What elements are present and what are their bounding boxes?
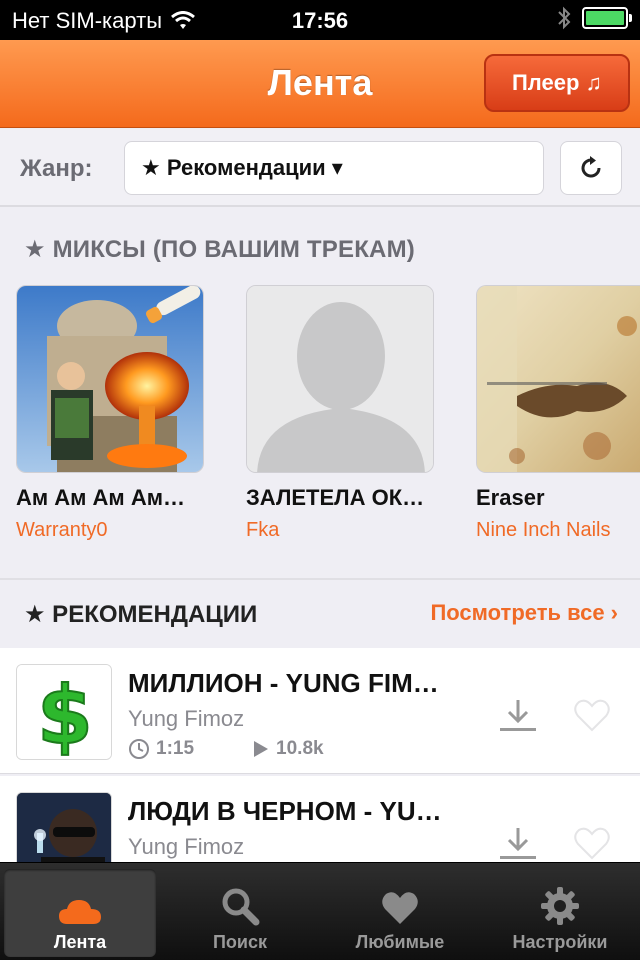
mix-artist-link[interactable]: Fka xyxy=(246,519,436,542)
mix-artwork-image xyxy=(17,286,203,472)
mixes-section: ★ МИКСЫ (ПО ВАШИМ ТРЕКАМ) Ам Ам Ам Ам… W… xyxy=(0,209,640,576)
mix-artwork-image xyxy=(477,286,640,472)
refresh-button[interactable] xyxy=(560,141,622,195)
track-meta: 1:15 10.8k xyxy=(128,738,324,760)
clock: 17:56 xyxy=(291,8,349,33)
track-title: МИЛЛИОН - YUNG FIM… xyxy=(128,668,439,698)
mix-card[interactable]: ЗАЛЕТЕЛА ОК… Fka xyxy=(246,285,436,542)
player-button-label: Плеер ♫ xyxy=(511,70,603,95)
heart-icon xyxy=(382,892,418,924)
track-plays: 10.8k xyxy=(276,738,324,759)
genre-dropdown[interactable]: ★ Рекомендации ▾ xyxy=(124,141,544,195)
mix-title: ЗАЛЕТЕЛА ОК… xyxy=(246,485,425,510)
gear-icon xyxy=(541,887,579,925)
mix-card[interactable]: Eraser Nine Inch Nails xyxy=(476,285,640,542)
tab-bar: Лента Поиск Любимые Настройки xyxy=(0,862,640,960)
tab-settings[interactable]: Настройки xyxy=(484,869,636,957)
mix-title: Eraser xyxy=(476,485,545,510)
mix-artist-link[interactable]: Warranty0 xyxy=(16,519,206,542)
tab-label: Поиск xyxy=(212,932,268,952)
download-icon[interactable] xyxy=(496,694,540,738)
tab-feed[interactable]: Лента xyxy=(4,869,156,957)
mix-artwork[interactable] xyxy=(16,285,204,473)
track-artist: Yung Fimoz xyxy=(128,706,245,731)
cloud-icon xyxy=(59,900,101,924)
download-icon[interactable] xyxy=(496,822,540,866)
track-title: ЛЮДИ В ЧЕРНОМ - YU… xyxy=(128,796,442,826)
genre-bar: Жанр: ★ Рекомендации ▾ xyxy=(0,129,640,207)
see-all-link[interactable]: Посмотреть все › xyxy=(430,600,618,626)
genre-label: Жанр: xyxy=(20,155,93,182)
mix-artist-link[interactable]: Nine Inch Nails xyxy=(476,519,640,542)
tab-label: Настройки xyxy=(512,932,608,952)
svg-text:$: $ xyxy=(37,669,93,760)
tab-label: Любимые xyxy=(355,932,445,952)
track-artist: Yung Fimoz xyxy=(128,834,245,859)
status-right xyxy=(556,6,632,30)
dollar-icon: $ xyxy=(17,665,111,760)
tab-search[interactable]: Поиск xyxy=(164,869,316,957)
heart-icon[interactable] xyxy=(572,824,612,864)
heart-icon[interactable] xyxy=(572,696,612,736)
refresh-icon xyxy=(581,156,601,178)
bluetooth-icon xyxy=(558,6,571,30)
tab-favorites[interactable]: Любимые xyxy=(324,869,476,957)
track-artwork[interactable]: $ xyxy=(16,664,112,760)
track-row[interactable]: $ МИЛЛИОН - YUNG FIM… Yung Fimoz 1:15 10… xyxy=(0,648,640,774)
player-button[interactable]: Плеер ♫ xyxy=(484,54,630,112)
mix-title: Ам Ам Ам Ам… xyxy=(16,485,185,510)
play-count-icon xyxy=(254,741,269,757)
mixes-section-title: ★ МИКСЫ (ПО ВАШИМ ТРЕКАМ) xyxy=(24,236,415,263)
recommendations-title: ★ РЕКОМЕНДАЦИИ xyxy=(24,601,258,628)
genre-selected-value: ★ Рекомендации ▾ xyxy=(141,155,343,180)
recommendations-header: ★ РЕКОМЕНДАЦИИ Посмотреть все › xyxy=(0,578,640,648)
navigation-bar: Лента Плеер ♫ xyxy=(0,40,640,128)
battery-icon xyxy=(582,7,632,29)
mix-artwork[interactable] xyxy=(246,285,434,473)
status-bar: Нет SIM-карты 17:56 xyxy=(0,0,640,40)
mix-card[interactable]: Ам Ам Ам Ам… Warranty0 xyxy=(16,285,206,542)
tab-label: Лента xyxy=(53,932,107,952)
clock-icon xyxy=(129,739,149,759)
track-duration: 1:15 xyxy=(156,738,195,759)
search-icon xyxy=(222,888,260,926)
avatar-placeholder-icon xyxy=(247,286,433,472)
mix-artwork[interactable] xyxy=(476,285,640,473)
